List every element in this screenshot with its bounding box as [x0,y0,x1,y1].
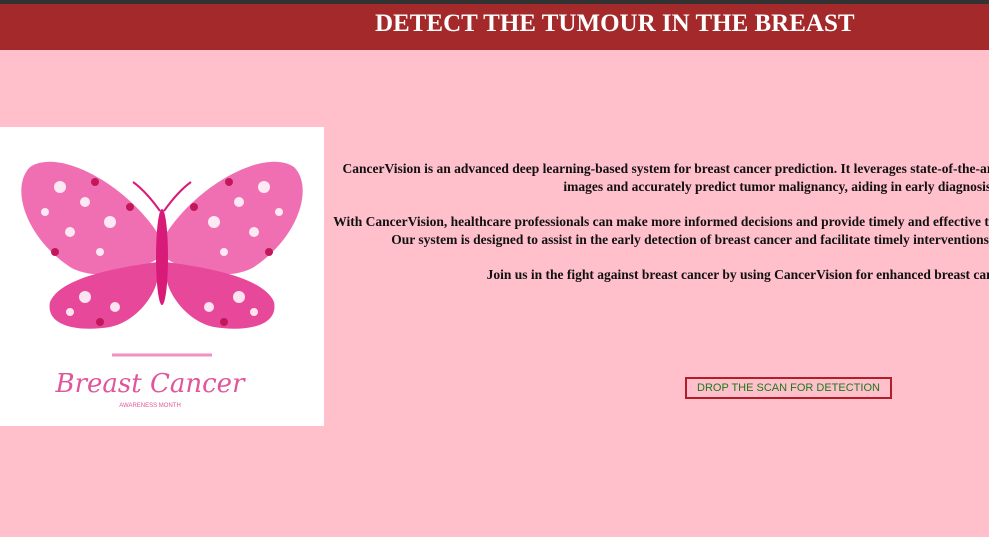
image-caption-title: Breast Cancer [55,369,247,399]
butterfly-illustration: Breast Cancer AWARENESS MONTH [21,161,303,409]
page-title: DETECT THE TUMOUR IN THE BREAST [375,10,855,37]
intro-paragraph-3: Join us in the fight against breast canc… [486,267,989,282]
image-caption-sub: AWARENESS MONTH [119,403,181,409]
intro-paragraph-2: With CancerVision, healthcare profession… [333,214,989,247]
intro-section: CancerVision is an advanced deep learnin… [324,160,989,298]
page-header: DETECT THE TUMOUR IN THE BREAST [0,4,989,50]
awareness-image: Breast Cancer AWARENESS MONTH [0,127,324,426]
drop-scan-button[interactable]: DROP THE SCAN FOR DETECTION [685,377,892,399]
intro-paragraph-1: CancerVision is an advanced deep learnin… [342,161,989,194]
